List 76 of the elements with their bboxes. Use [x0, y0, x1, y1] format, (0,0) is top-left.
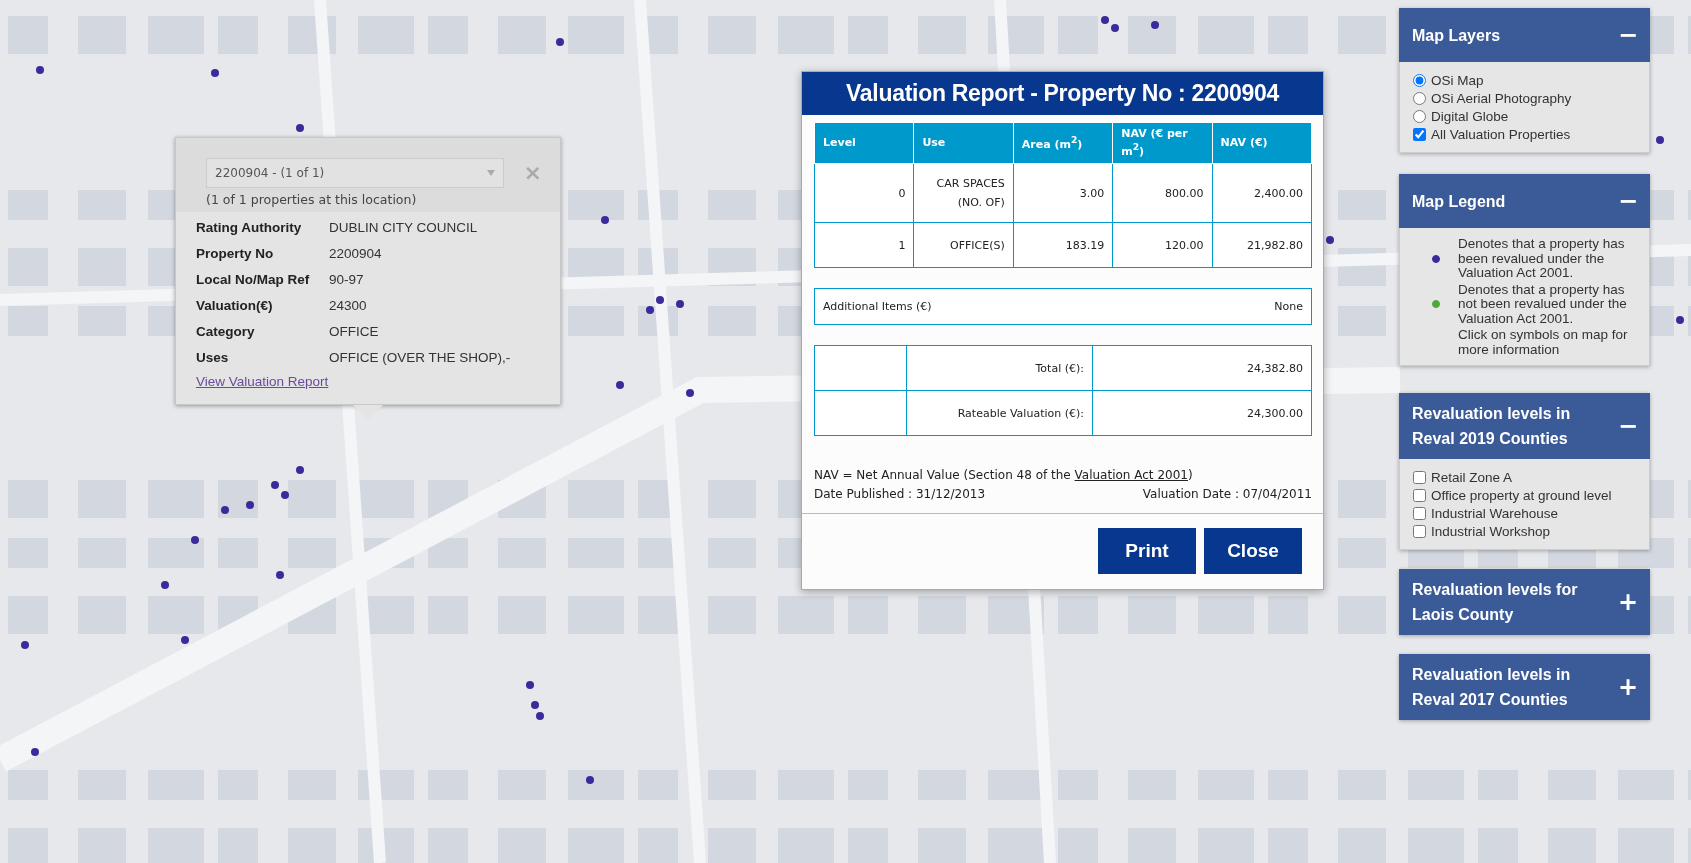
option-label: OSi Aerial Photography — [1431, 90, 1572, 107]
dialog-title: Valuation Report - Property No : 2200904 — [802, 72, 1323, 115]
checkbox[interactable] — [1413, 525, 1426, 538]
panel-header[interactable]: Map Legend − — [1399, 174, 1650, 228]
legend-text: Denotes that a property has not been revalued under the Valuation Act 2001. — [1458, 282, 1628, 326]
table-cell: OFFICE(S) — [913, 222, 1014, 268]
print-button[interactable]: Print — [1098, 528, 1196, 575]
table-cell: 120.00 — [1112, 222, 1213, 268]
option-label: Digital Globe — [1431, 108, 1509, 125]
field-label: Rating Authority — [196, 220, 303, 235]
panel-header[interactable]: Revaluation levels in Reval 2017 Counties + — [1399, 654, 1650, 720]
legend-text: Click on symbols on map for more information — [1458, 328, 1629, 357]
field-value: 90-97 — [329, 272, 365, 287]
field-value: 24300 — [329, 298, 368, 313]
option-label: All Valuation Properties — [1431, 126, 1571, 143]
field-value: 2200904 — [329, 246, 383, 261]
field-value: DUBLIN CITY COUNCIL — [329, 220, 479, 235]
checkbox[interactable] — [1413, 507, 1426, 520]
checkbox[interactable] — [1413, 128, 1426, 141]
field-label: Valuation(€) — [196, 298, 274, 313]
option-label: OSi Map — [1431, 72, 1484, 89]
option-label: Industrial Workshop — [1431, 523, 1551, 540]
table-cell: 183.19 — [1013, 222, 1113, 268]
column-header: NAV (€) — [1212, 122, 1312, 164]
checkbox[interactable] — [1413, 489, 1426, 502]
total-label: Total (€): — [906, 345, 1093, 391]
column-header: NAV (€ per m$^{2}$) — [1112, 122, 1213, 164]
field-label: Uses — [196, 350, 230, 365]
valuation-date: Valuation Date : 07/04/2011 — [1142, 486, 1312, 504]
nav-note: NAV = Net Annual Value (Section 48 of the Valuation Act 2001) — [814, 467, 1194, 485]
table-cell: 0 — [814, 163, 914, 223]
table-cell: 21,982.80 — [1212, 222, 1312, 268]
table-cell: CAR SPACES (NO. OF) — [913, 163, 1014, 223]
column-header: Use — [913, 122, 1014, 164]
total-value: 24,300.00 — [1092, 390, 1312, 436]
radio-button[interactable] — [1413, 110, 1426, 123]
additional-label: Additional Items (€) — [823, 300, 932, 314]
field-label: Local No/Map Ref — [196, 272, 311, 287]
panel-title: Map Legend — [1412, 191, 1506, 212]
view-report-link[interactable]: View Valuation Report — [196, 374, 329, 389]
close-button[interactable]: Close — [1204, 528, 1302, 575]
table-cell: 2,400.00 — [1212, 163, 1312, 223]
field-value: OFFICE (OVER THE SHOP),- — [329, 350, 512, 365]
panel-header[interactable]: Revaluation levels for Laois County + — [1399, 569, 1650, 635]
option-label: Retail Zone A — [1431, 469, 1513, 486]
panel-title: Revaluation levels for Laois County — [1412, 580, 1579, 625]
panel-title: Revaluation levels in Reval 2019 Counties — [1412, 404, 1572, 449]
toggle-button[interactable]: + — [1617, 590, 1638, 614]
field-label: Category — [196, 324, 256, 339]
option-label: Industrial Warehouse — [1431, 505, 1559, 522]
field-value: OFFICE — [329, 324, 380, 339]
checkbox[interactable] — [1413, 471, 1426, 484]
additional-value: None — [1274, 300, 1303, 314]
legend-text: Denotes that a property has been revalued under the Valuation Act 2001. — [1458, 237, 1626, 281]
panel-header[interactable]: Map Layers − — [1399, 8, 1650, 62]
radio-button[interactable] — [1413, 92, 1426, 105]
toggle-button[interactable]: + — [1617, 675, 1638, 699]
date-published: Date Published : 31/12/2013 — [814, 486, 986, 504]
caret-icon — [486, 170, 495, 176]
panel-header[interactable]: Revaluation levels in Reval 2019 Counties − — [1399, 393, 1650, 459]
table-cell: 800.00 — [1112, 163, 1213, 223]
table-cell: 3.00 — [1013, 163, 1113, 223]
table-cell: 1 — [814, 222, 914, 268]
valuation-act-link[interactable]: Valuation Act 2001 — [1074, 468, 1188, 483]
column-header: Level — [814, 122, 914, 164]
option-label: Office property at ground level — [1431, 487, 1612, 504]
radio-button[interactable] — [1413, 74, 1426, 87]
panel-title: Map Layers — [1412, 25, 1501, 46]
location-note: (1 of 1 properties at this location) — [206, 192, 418, 209]
field-label: Property No — [196, 246, 275, 261]
panel-title: Revaluation levels in Reval 2017 Counties — [1412, 665, 1572, 710]
total-value: 24,382.80 — [1092, 345, 1312, 391]
column-header: Area (m$^{2}$) — [1013, 122, 1113, 164]
property-dropdown[interactable]: 2200904 - (1 of 1) — [206, 158, 504, 188]
toggle-button[interactable]: − — [1617, 414, 1638, 438]
total-label: Rateable Valuation (€): — [906, 390, 1093, 436]
